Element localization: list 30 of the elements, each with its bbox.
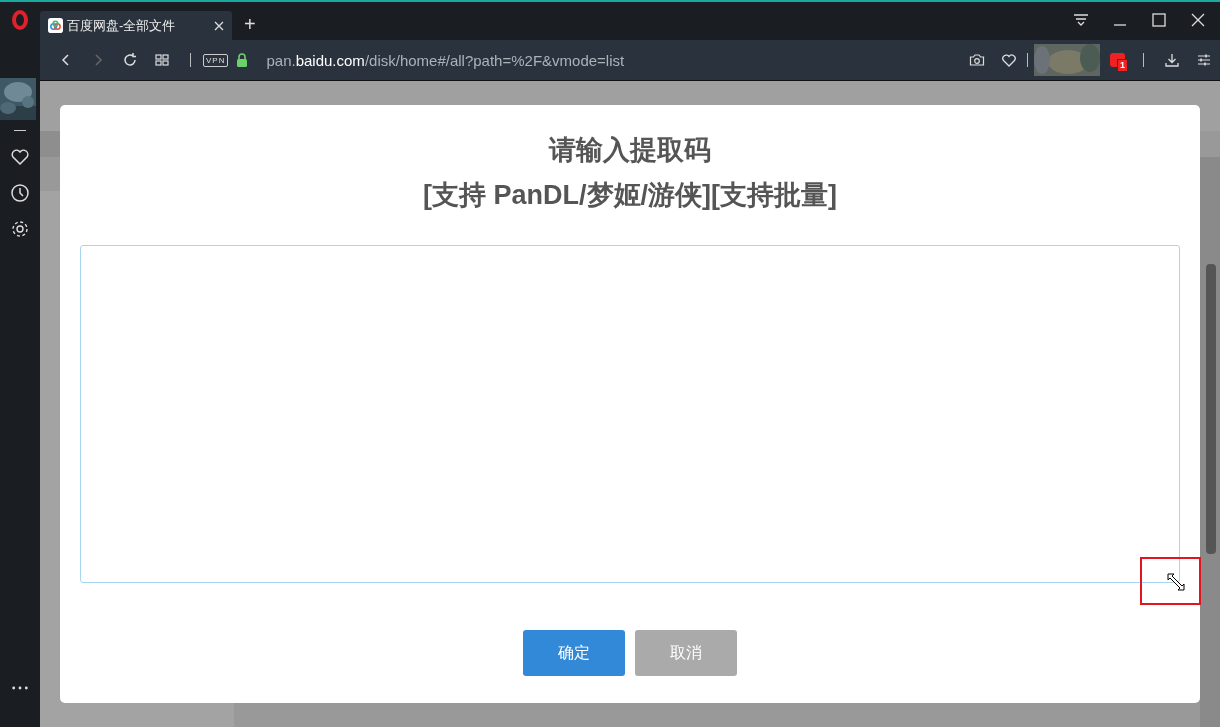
lock-icon [236, 53, 249, 67]
resize-cursor-icon [1167, 573, 1185, 591]
confirm-button[interactable]: 确定 [523, 630, 625, 676]
reload-icon[interactable] [122, 52, 138, 68]
heart-icon[interactable] [1001, 52, 1017, 68]
browser-logo-icon[interactable] [12, 10, 28, 30]
close-icon[interactable] [214, 20, 224, 31]
notification-badge: 1 [1117, 59, 1128, 72]
scrollbar[interactable] [1200, 157, 1220, 727]
clock-icon[interactable] [10, 183, 30, 203]
download-icon[interactable] [1164, 52, 1180, 68]
tab-title: 百度网盘-全部文件 [67, 16, 177, 35]
sliders-icon[interactable] [1196, 52, 1212, 68]
vpn-badge[interactable]: VPN [203, 53, 229, 67]
tab-menu-icon[interactable] [1073, 12, 1089, 28]
heart-icon[interactable] [10, 147, 30, 167]
dialog-title: [支持 PanDL/梦姬/游侠][支持批量] [423, 179, 837, 212]
highlight-frame [1140, 557, 1201, 605]
new-tab-button[interactable]: + [244, 13, 256, 36]
input-field[interactable] [80, 245, 1180, 583]
grid-icon[interactable] [154, 52, 170, 68]
address-field[interactable]: pan.baidu.com/disk/home#/all?path=%2F&vmode=list [266, 51, 625, 69]
dialog-title: 请输入提取码 [549, 134, 711, 167]
more-icon[interactable] [11, 685, 29, 691]
close-icon[interactable] [1190, 12, 1206, 28]
cloud-icon [48, 18, 63, 33]
settings-icon[interactable] [10, 219, 30, 239]
camera-icon[interactable] [969, 52, 985, 68]
browser-tab[interactable]: 百度网盘-全部文件 [40, 11, 232, 40]
maximize-icon[interactable] [1151, 12, 1167, 28]
